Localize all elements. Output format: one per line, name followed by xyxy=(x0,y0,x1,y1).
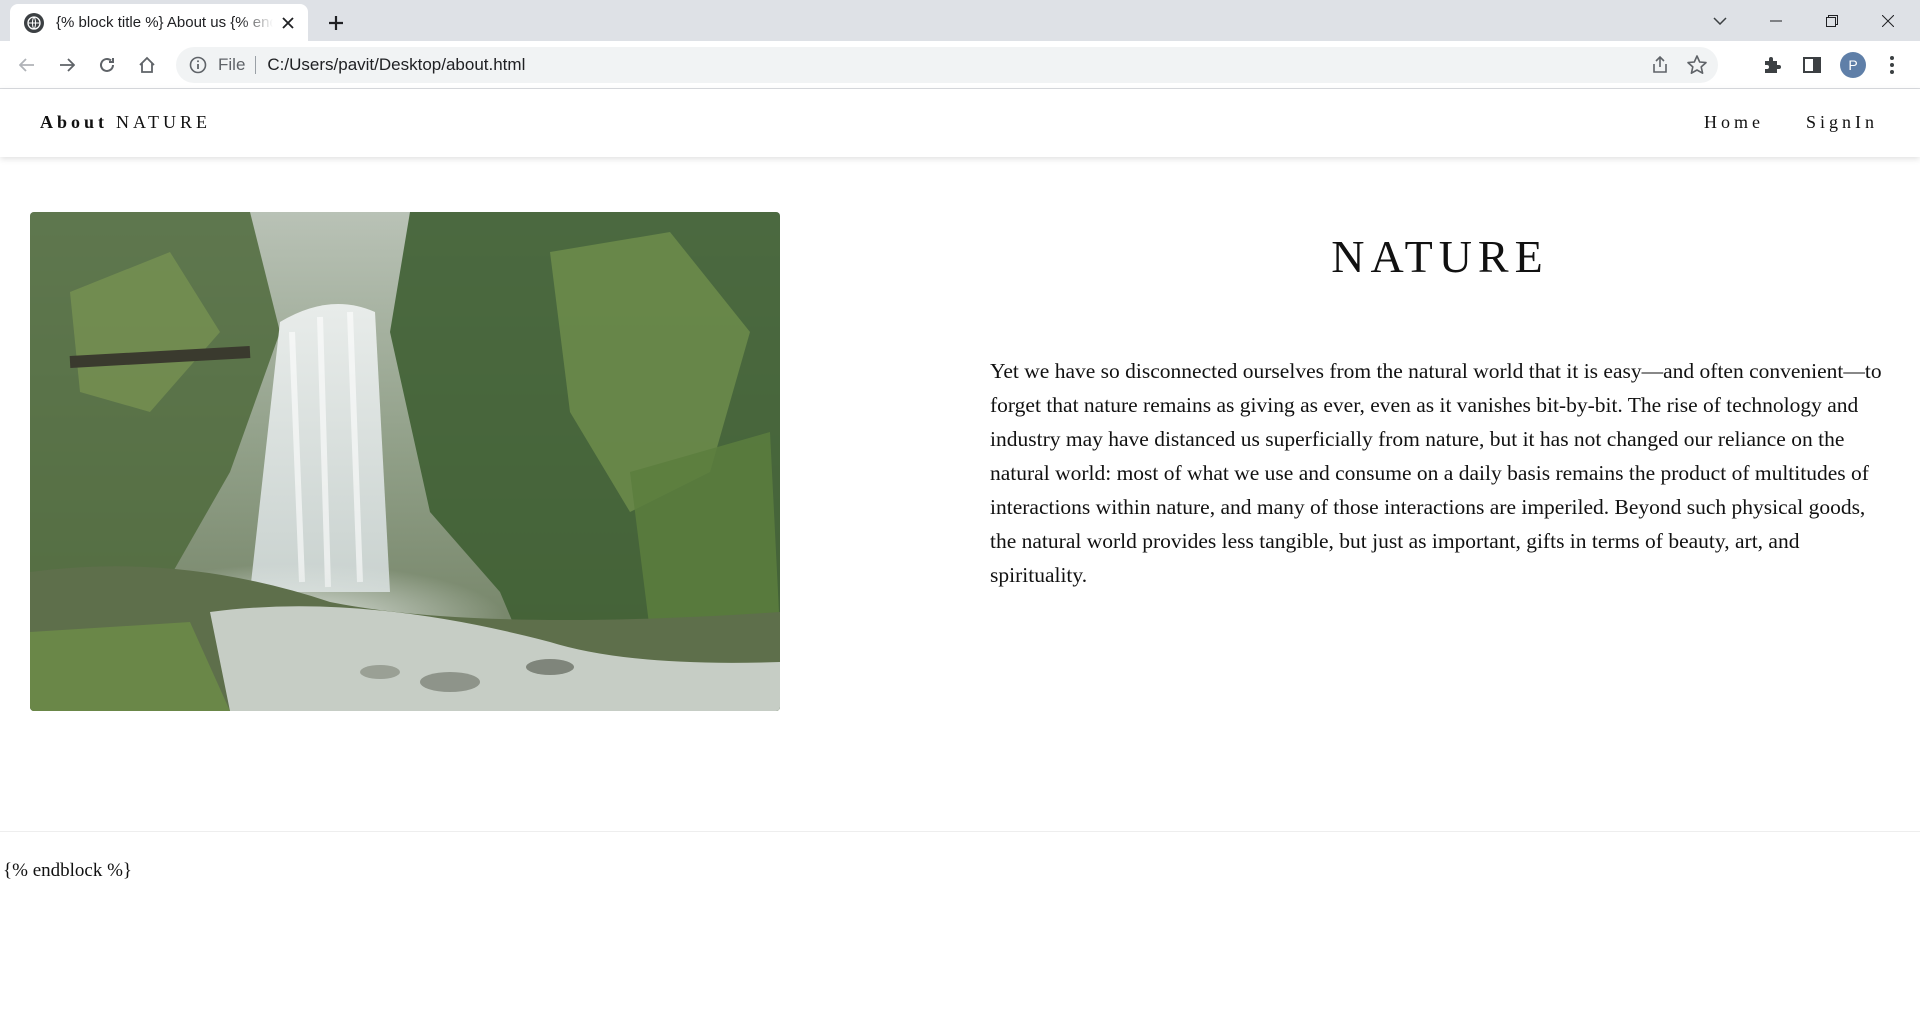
address-bar[interactable]: File C:/Users/pavit/Desktop/about.html xyxy=(176,47,1718,83)
browser-toolbar: File C:/Users/pavit/Desktop/about.html P xyxy=(0,41,1920,89)
nav-link-home[interactable]: Home xyxy=(1704,112,1764,133)
new-tab-button[interactable] xyxy=(318,5,354,41)
info-icon[interactable] xyxy=(188,55,208,75)
side-panel-icon[interactable] xyxy=(1800,53,1824,77)
profile-avatar[interactable]: P xyxy=(1840,52,1866,78)
brand-bold: About xyxy=(40,112,109,132)
minimize-button[interactable] xyxy=(1748,0,1804,41)
site-brand[interactable]: About NATURE xyxy=(40,112,211,133)
divider xyxy=(0,831,1920,832)
site-navbar: About NATURE Home SignIn xyxy=(0,89,1920,157)
back-arrow-icon[interactable] xyxy=(10,48,44,82)
waterfall-image xyxy=(30,212,780,711)
window-close-button[interactable] xyxy=(1860,0,1916,41)
reload-icon[interactable] xyxy=(90,48,124,82)
browser-tabstrip: {% block title %} About us {% endblock %… xyxy=(0,0,1920,41)
puzzle-extension-icon[interactable] xyxy=(1760,53,1784,77)
nav-link-signin[interactable]: SignIn xyxy=(1806,112,1878,133)
share-icon[interactable] xyxy=(1650,55,1670,75)
url-text[interactable]: C:/Users/pavit/Desktop/about.html xyxy=(267,55,525,75)
omnibox-divider xyxy=(255,56,257,74)
globe-icon xyxy=(24,12,44,33)
star-icon[interactable] xyxy=(1686,54,1708,76)
close-icon[interactable] xyxy=(279,13,299,33)
more-vert-icon[interactable] xyxy=(1880,53,1904,77)
nav-links: Home SignIn xyxy=(1704,112,1878,133)
about-paragraph: Yet we have so disconnected ourselves fr… xyxy=(990,359,1882,587)
restore-button[interactable] xyxy=(1804,0,1860,41)
chevron-down-icon[interactable] xyxy=(1692,0,1748,41)
browser-tab[interactable]: {% block title %} About us {% endblock %… xyxy=(10,4,308,41)
template-endblock-text: {% endblock %} xyxy=(3,860,133,881)
forward-arrow-icon[interactable] xyxy=(50,48,84,82)
page-heading: NATURE xyxy=(1331,231,1549,282)
home-icon[interactable] xyxy=(130,48,164,82)
brand-rest: NATURE xyxy=(116,112,212,132)
tab-title: {% block title %} About us {% endblock %… xyxy=(56,14,273,31)
web-page: About NATURE Home SignIn NATURE Yet we h… xyxy=(0,89,1920,1030)
url-scheme: File xyxy=(218,55,246,74)
